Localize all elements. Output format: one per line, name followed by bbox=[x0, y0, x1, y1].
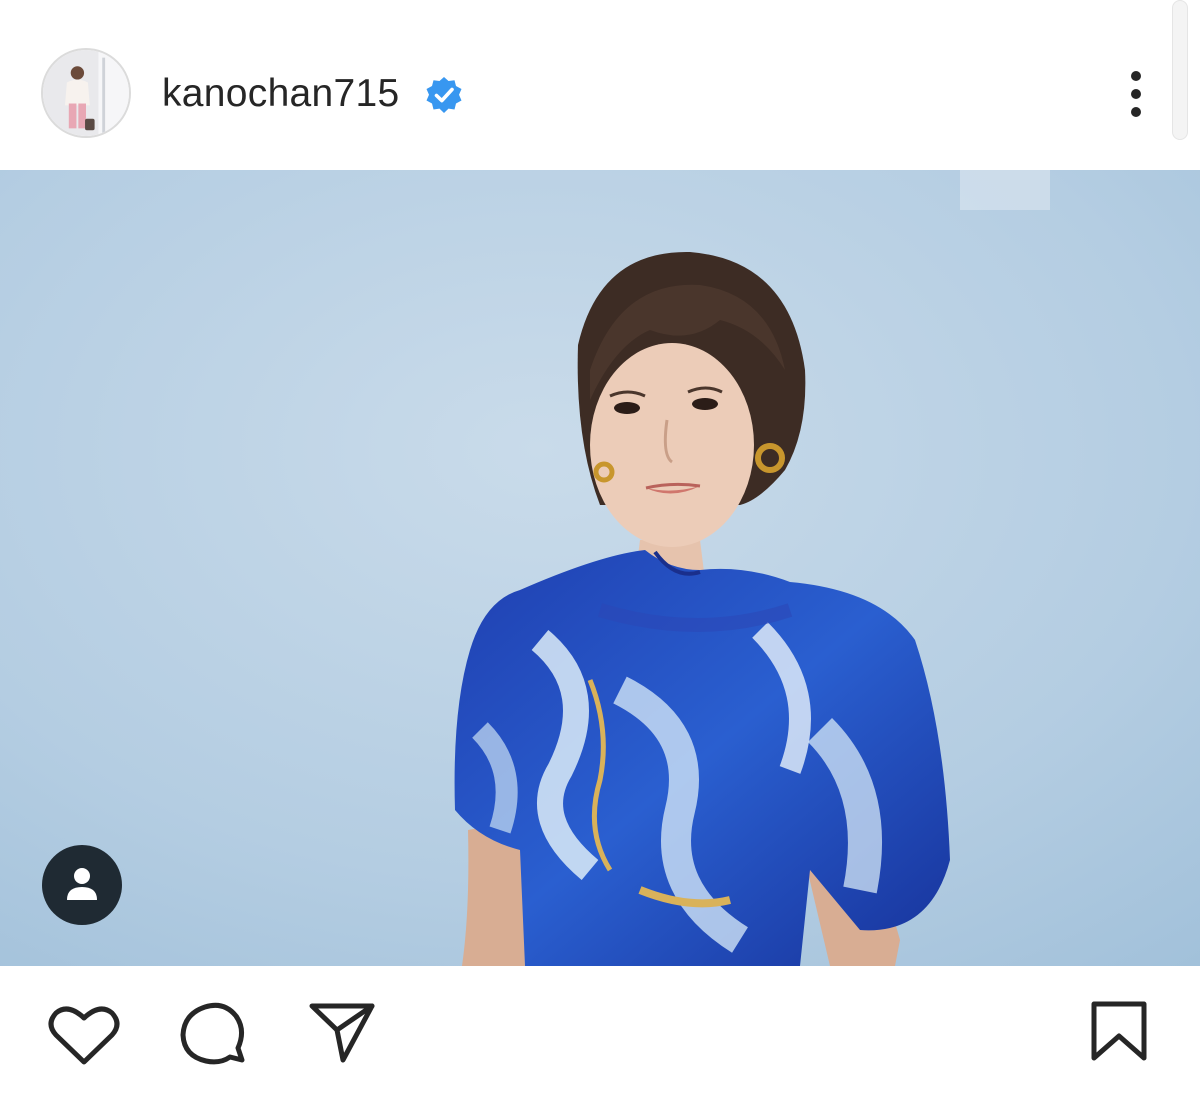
user-tag-icon bbox=[67, 868, 97, 900]
scrollbar[interactable] bbox=[1172, 0, 1188, 140]
verified-badge-icon bbox=[426, 77, 462, 113]
more-options-button[interactable] bbox=[1118, 66, 1154, 122]
more-dot bbox=[1131, 89, 1141, 99]
send-icon[interactable] bbox=[307, 1000, 377, 1066]
more-dot bbox=[1131, 107, 1141, 117]
post-header: kanochan715 bbox=[0, 0, 1200, 170]
portrait-photo bbox=[0, 170, 1200, 966]
bookmark-icon[interactable] bbox=[1088, 1000, 1150, 1062]
avatar[interactable] bbox=[41, 48, 131, 138]
avatar-image bbox=[43, 50, 129, 136]
username[interactable]: kanochan715 bbox=[162, 72, 400, 116]
heart-icon[interactable] bbox=[48, 1004, 120, 1066]
more-vertical-icon bbox=[1131, 71, 1141, 81]
post-actions bbox=[0, 966, 1200, 1093]
post-photo bbox=[0, 170, 1200, 966]
tag-people-button[interactable] bbox=[42, 845, 122, 925]
comment-icon[interactable] bbox=[178, 1002, 248, 1066]
